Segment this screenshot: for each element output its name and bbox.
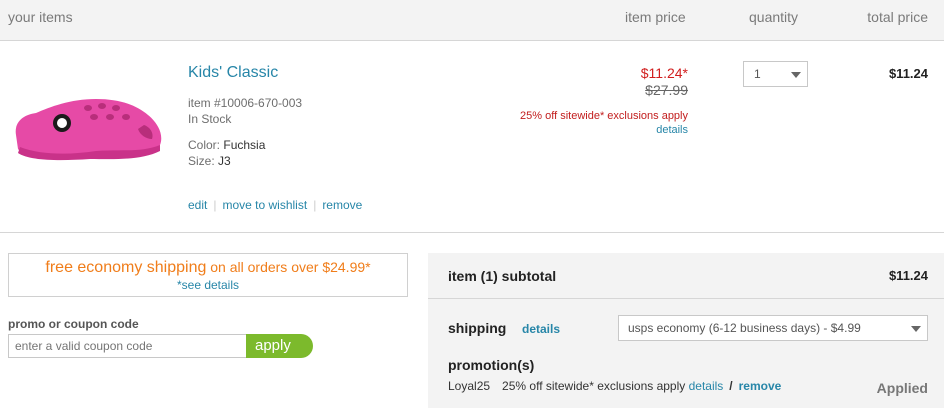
pink-clog-image[interactable] <box>10 93 166 165</box>
promo-status: Applied <box>876 380 928 396</box>
promo-remove-link[interactable]: remove <box>739 379 782 393</box>
original-price: $27.99 <box>645 82 688 98</box>
item-promo-text: 25% off sitewide* exclusions apply <box>520 110 688 122</box>
free-shipping-banner: free economy shipping on all orders over… <box>8 253 408 297</box>
color-row: Color: Fuchsia <box>188 138 265 152</box>
chevron-down-icon <box>911 326 921 332</box>
subtotal-row: item (1) subtotal $11.24 <box>428 253 944 299</box>
color-label: Color: <box>188 138 221 152</box>
item-number: item #10006-670-003 <box>188 96 303 110</box>
size-row: Size: J3 <box>188 154 231 168</box>
size-value: J3 <box>218 154 231 168</box>
header-total-price: total price <box>867 9 928 25</box>
free-shipping-subline: on all orders over $24.99* <box>206 259 371 275</box>
cart-header: your items item price quantity total pri… <box>0 0 944 41</box>
sale-price: $11.24* <box>640 65 688 81</box>
product-name-link[interactable]: Kids' Classic <box>188 64 278 82</box>
action-divider: | <box>213 198 217 212</box>
action-divider: | <box>313 198 317 212</box>
chevron-down-icon <box>791 72 801 78</box>
shipping-details-link[interactable]: details <box>522 322 560 336</box>
apply-coupon-button[interactable]: apply <box>246 334 313 358</box>
edit-link[interactable]: edit <box>188 198 207 212</box>
promo-code: Loyal25 <box>448 379 491 393</box>
header-item-price: item price <box>625 9 686 25</box>
item-promo-details-link[interactable]: details <box>656 124 688 136</box>
move-to-wishlist-link[interactable]: move to wishlist <box>222 198 307 212</box>
subtotal-label: item (1) subtotal <box>448 268 557 284</box>
quantity-select[interactable]: 1 <box>743 61 808 87</box>
promo-details-link[interactable]: details <box>689 379 724 393</box>
promo-description: 25% off sitewide* exclusions apply <box>502 379 686 393</box>
coupon-input[interactable] <box>8 334 248 358</box>
shipping-method-value: usps economy (6-12 business days) - $4.9… <box>628 321 861 335</box>
subtotal-value: $11.24 <box>888 268 928 283</box>
quantity-value: 1 <box>754 67 761 81</box>
free-shipping-headline-row: free economy shipping on all orders over… <box>9 259 407 277</box>
remove-link[interactable]: remove <box>322 198 362 212</box>
item-actions: edit | move to wishlist | remove <box>188 198 362 212</box>
promotions-label: promotion(s) <box>448 357 535 373</box>
header-your-items: your items <box>8 9 73 25</box>
promo-slash: / <box>729 379 733 393</box>
color-value: Fuchsia <box>223 138 266 152</box>
free-shipping-headline: free economy shipping <box>45 259 207 276</box>
coupon-label: promo or coupon code <box>8 317 139 331</box>
see-details-link[interactable]: *see details <box>9 278 407 292</box>
shipping-label: shipping <box>448 320 507 336</box>
header-quantity: quantity <box>749 9 799 25</box>
size-label: Size: <box>188 154 215 168</box>
cart-item-row: Kids' Classic item #10006-670-003 In Sto… <box>0 41 944 233</box>
order-summary: item (1) subtotal $11.24 shipping detail… <box>428 253 944 408</box>
item-total-price: $11.24 <box>888 66 928 81</box>
stock-status: In Stock <box>188 112 232 126</box>
shipping-method-select[interactable]: usps economy (6-12 business days) - $4.9… <box>618 315 928 341</box>
promotion-row: Loyal25 25% off sitewide* exclusions appl… <box>448 379 781 393</box>
